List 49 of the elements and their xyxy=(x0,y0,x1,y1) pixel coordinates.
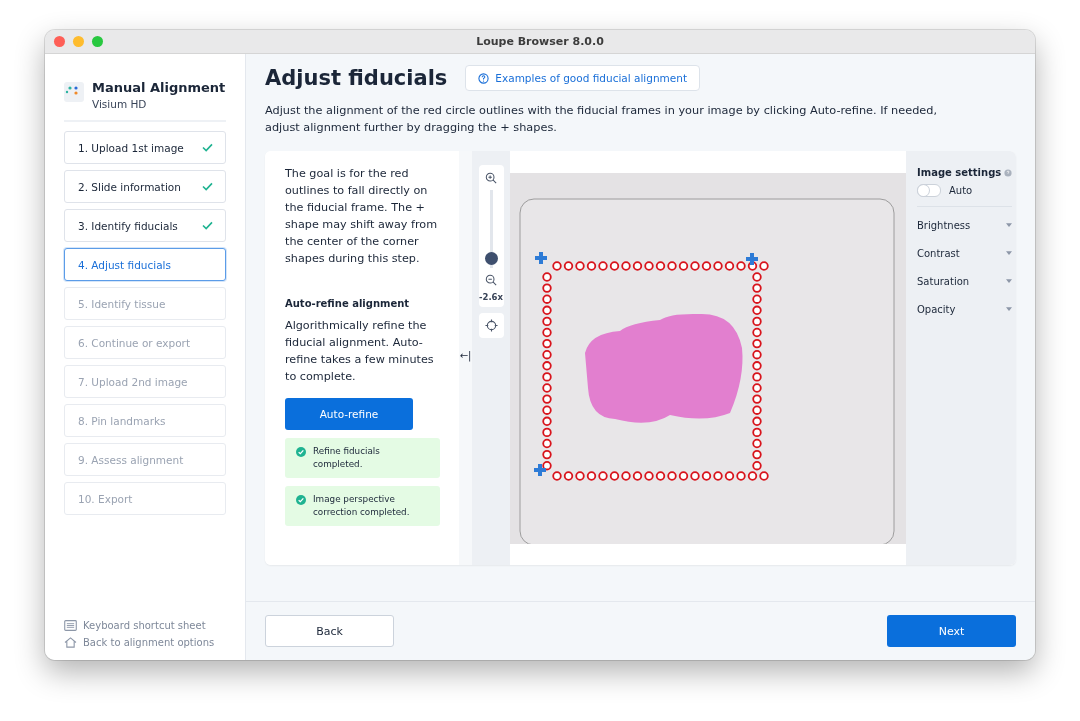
slider-thumb[interactable] xyxy=(484,251,498,265)
crosshair-icon xyxy=(484,319,498,332)
notice-text: Refine fiducials completed. xyxy=(313,445,381,471)
section-title: Auto-refine alignment xyxy=(285,298,411,309)
check-circle-icon xyxy=(296,447,306,457)
settings-dropdown[interactable]: Saturation xyxy=(917,267,1013,295)
caret-icon xyxy=(1006,251,1013,255)
caret-icon xyxy=(1006,279,1013,283)
check-circle-icon xyxy=(296,495,306,505)
app-logo-icon xyxy=(64,82,84,102)
sidebar-link[interactable]: Back to alignment options xyxy=(83,637,215,648)
zoom-level-text: -2.6x xyxy=(478,292,504,302)
guide-text: The goal is for the red outlines to fall directly on the fiducial frame. The + shape may shift away from the center of the corner shapes during this step. xyxy=(285,166,439,267)
auto-toggle[interactable] xyxy=(917,184,941,197)
settings-dropdown[interactable]: Contrast xyxy=(917,239,1013,267)
zoom-in-icon[interactable] xyxy=(485,172,497,184)
help-icon xyxy=(478,72,490,84)
instruction-text: Adjust the alignment of the red circle outlines with the fiducial frames in your image by clicking Auto-refine. If needed, adjust alignment further by dragging the + shapes. xyxy=(265,103,939,136)
zoom-out-icon[interactable] xyxy=(485,274,497,286)
back-button[interactable]: Back xyxy=(265,615,394,647)
step-item[interactable]: 1. Upload 1st image xyxy=(64,131,226,164)
notice-text: Image perspective correction completed. xyxy=(313,493,411,519)
recenter-button[interactable] xyxy=(478,313,504,338)
caret-icon xyxy=(1006,307,1013,311)
home-icon xyxy=(64,637,77,648)
collapse-panel-button[interactable]: ←| xyxy=(459,350,472,361)
step-item[interactable]: 3. Identify fiducials xyxy=(64,209,226,242)
toggle-label: Auto xyxy=(949,185,973,196)
fiducial-circles-overlay[interactable] xyxy=(542,261,769,481)
page-title: Adjust fiducials xyxy=(265,66,448,90)
settings-dropdown[interactable]: Opacity xyxy=(917,295,1013,323)
step-item[interactable]: 2. Slide information xyxy=(64,170,226,203)
plus-handle-icon[interactable] xyxy=(746,253,758,265)
next-button[interactable]: Next xyxy=(887,615,1016,647)
settings-title: Image settings xyxy=(917,167,1002,178)
sidebar-link[interactable]: Keyboard shortcut sheet xyxy=(83,620,206,631)
sidebar-subtitle: Visium HD xyxy=(92,98,148,110)
section-text: Algorithmically refine the fiducial alignment. Auto-refine takes a few minutes to complete. xyxy=(285,318,435,385)
plus-handle-icon[interactable] xyxy=(535,252,547,264)
sidebar-title: Manual Alignment xyxy=(92,80,226,95)
step-item[interactable]: 4. Adjust fiducials xyxy=(64,248,226,281)
list-sheet-icon xyxy=(64,620,77,631)
auto-refine-button[interactable]: Auto-refine xyxy=(285,398,413,430)
plus-handle-icon[interactable] xyxy=(534,464,546,476)
caret-icon xyxy=(1006,223,1013,227)
help-icon xyxy=(1004,168,1013,177)
settings-dropdown[interactable]: Brightness xyxy=(917,211,1013,239)
help-link-button[interactable]: Examples of good fiducial alignment xyxy=(465,65,701,91)
window-title: Loupe Browser 8.0.0 xyxy=(476,35,604,48)
